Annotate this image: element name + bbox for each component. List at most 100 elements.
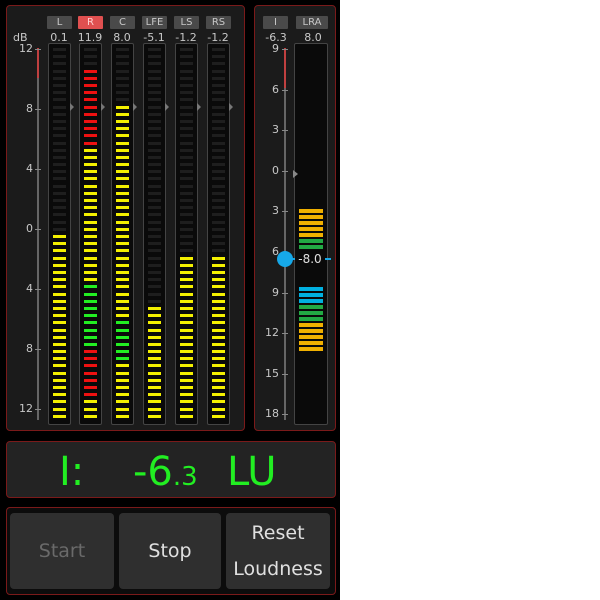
meter-segment (148, 256, 161, 260)
meter-segment (116, 393, 129, 397)
meter-segment (180, 278, 193, 282)
meter-segment (148, 299, 161, 303)
loudness-segment (299, 221, 323, 225)
meter-segment (53, 191, 66, 195)
summary-prefix: I: (59, 449, 85, 495)
meter-segment (116, 48, 129, 51)
peak-scale-label: 8 (26, 102, 33, 115)
meter-segment (212, 227, 225, 231)
meter-segment (148, 55, 161, 59)
loudness-segment (299, 305, 323, 309)
meter-segment (84, 306, 97, 310)
reset-loudness-button[interactable]: Reset Loudness (226, 513, 330, 589)
meter-segment (148, 127, 161, 131)
loudness-scale-tick (282, 89, 288, 91)
loudness-scale-label: 18 (265, 407, 279, 421)
meter-segment (212, 249, 225, 253)
meter-segment (116, 119, 129, 123)
meter-segment (53, 62, 66, 66)
meter-segment (180, 199, 193, 203)
peak-scale-tick (35, 409, 41, 410)
meter-segment (148, 335, 161, 339)
loudness-scale-label: 9 (272, 285, 279, 299)
reset-label-line2: Loudness (233, 558, 323, 580)
meter-segment (212, 170, 225, 174)
meter-segment (148, 170, 161, 174)
meter-segment (148, 249, 161, 253)
meter-segment (53, 364, 66, 368)
meter-segment (84, 163, 97, 167)
meter-segment (84, 278, 97, 282)
meter-segment (212, 263, 225, 267)
peak-bar-lfe (143, 43, 166, 425)
loudness-scale-tick (282, 130, 288, 132)
meter-segment (116, 62, 129, 66)
meter-segment (148, 155, 161, 159)
summary-unit: LU (227, 449, 277, 495)
meter-marker (197, 103, 201, 111)
channel-label-r: R (78, 16, 103, 29)
meter-segment (84, 328, 97, 332)
meter-segment (148, 199, 161, 203)
meter-segment (84, 357, 97, 361)
meter-segment (212, 206, 225, 210)
meter-segment (84, 292, 97, 296)
meter-segment (148, 292, 161, 296)
start-button[interactable]: Start (10, 513, 114, 589)
meter-segment (53, 119, 66, 123)
meter-segment (116, 350, 129, 354)
meter-segment (212, 256, 225, 260)
stop-button[interactable]: Stop (119, 513, 221, 589)
meter-segment (84, 69, 97, 73)
meter-segment (116, 227, 129, 231)
meter-segment (212, 299, 225, 303)
peak-scale-tick (35, 289, 41, 290)
meter-segment (148, 414, 161, 418)
meter-segment (116, 386, 129, 390)
peak-meter-panel: L 0.1 R 11.9 C 8.0 LFE -5.1 LS -1.2 RS -1.2 dB 12 8 4… (6, 5, 245, 431)
meter-segment (84, 364, 97, 368)
meter-segment (212, 191, 225, 195)
meter-segment (180, 270, 193, 274)
meter-segment (53, 357, 66, 361)
meter-segment (148, 393, 161, 397)
meter-segment (53, 199, 66, 203)
loudness-meter-app: L 0.1 R 11.9 C 8.0 LFE -5.1 LS -1.2 RS -1.2 dB 12 8 4… (0, 0, 340, 600)
meter-segment (148, 400, 161, 404)
meter-segment (180, 163, 193, 167)
meter-segment (148, 62, 161, 66)
meter-segment (53, 263, 66, 267)
meter-segment (212, 335, 225, 339)
meter-segment (116, 400, 129, 404)
meter-segment (116, 127, 129, 131)
meter-segment (212, 105, 225, 109)
reset-label-line1: Reset (251, 522, 305, 544)
meter-segment (180, 335, 193, 339)
meter-segment (53, 112, 66, 116)
meter-segment (116, 220, 129, 224)
meter-segment (116, 306, 129, 310)
meter-segment (212, 119, 225, 123)
meter-segment (116, 371, 129, 375)
loudness-segment (299, 227, 323, 231)
meter-marker (229, 103, 233, 111)
meter-segment (53, 134, 66, 138)
peak-bar-l (48, 43, 71, 425)
meter-segment (84, 55, 97, 59)
meter-segment (212, 177, 225, 181)
meter-segment (84, 213, 97, 217)
meter-segment (212, 371, 225, 375)
meter-segment (53, 378, 66, 382)
meter-segment (212, 270, 225, 274)
meter-segment (212, 69, 225, 73)
meter-segment (53, 350, 66, 354)
meter-segment (148, 112, 161, 116)
loudness-scale-line (284, 48, 286, 420)
meter-marker (101, 103, 105, 111)
peak-scale-tick (35, 349, 41, 350)
meter-segment (148, 220, 161, 224)
meter-segment (148, 119, 161, 123)
peak-scale-tick (35, 169, 41, 170)
summary-value: -6.3 (133, 452, 198, 497)
loudness-segment (299, 311, 323, 315)
